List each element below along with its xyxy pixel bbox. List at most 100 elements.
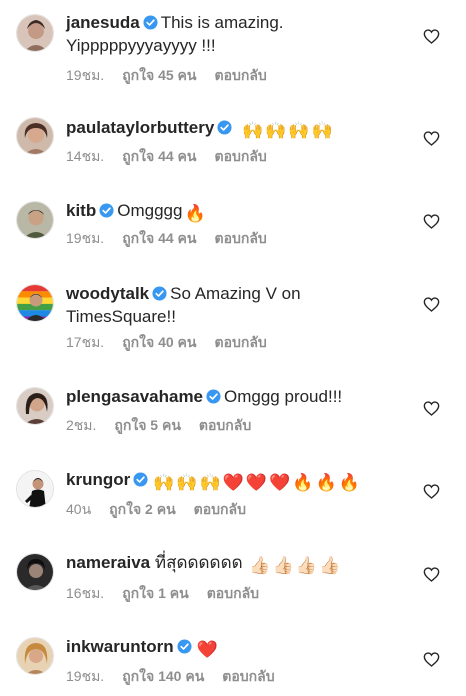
reply-button[interactable]: ตอบกลับ bbox=[214, 334, 266, 350]
avatar-photo bbox=[17, 638, 53, 674]
avatar-photo bbox=[17, 202, 53, 238]
comment-meta: 19ชม. ถูกใจ 45 คน ตอบกลับ bbox=[66, 66, 285, 84]
comment-text: Omgggg bbox=[117, 201, 183, 220]
thumbs-up-icon: 👍🏻 bbox=[295, 556, 317, 575]
verified-badge-icon bbox=[143, 15, 158, 30]
reply-button[interactable]: ตอบกลับ bbox=[214, 148, 266, 164]
reply-button[interactable]: ตอบกลับ bbox=[194, 501, 246, 517]
comment-time: 40น bbox=[66, 501, 92, 517]
thumbs-up-icon: 👍🏻 bbox=[249, 556, 271, 575]
comment-body: inkwaruntorn ❤️ bbox=[66, 635, 414, 661]
comment-time: 14ชม. bbox=[66, 148, 105, 164]
thumbs-up-icon: 👍🏻 bbox=[318, 556, 341, 575]
avatar-photo bbox=[17, 285, 53, 321]
reply-button[interactable]: ตอบกลับ bbox=[222, 668, 274, 684]
comment-time: 2ชม. bbox=[66, 417, 97, 433]
comment-body: krungor 🙌 🙌 🙌 ❤️ ❤️ ❤️ 🔥 🔥 🔥 bbox=[66, 468, 414, 494]
fire-icon: 🔥 bbox=[292, 473, 314, 492]
comment-time: 19ชม. bbox=[66, 230, 105, 246]
avatar[interactable] bbox=[16, 553, 54, 591]
comment-time: 16ชม. bbox=[66, 585, 105, 601]
comment-likes[interactable]: ถูกใจ 5 คน bbox=[114, 417, 181, 433]
like-heart-icon[interactable] bbox=[423, 29, 440, 44]
thumbs-up-icon: 👍🏻 bbox=[272, 556, 294, 575]
comment-body: janesuda This is amazing. bbox=[66, 11, 414, 34]
comment-text: Yipppppyyyayyyy !!! bbox=[66, 36, 216, 55]
like-heart-icon[interactable] bbox=[423, 567, 440, 582]
verified-badge-icon bbox=[217, 120, 232, 135]
raising-hands-icon: 🙌 bbox=[265, 121, 287, 140]
fire-icon: 🔥 bbox=[338, 473, 360, 492]
reply-button[interactable]: ตอบกลับ bbox=[214, 230, 266, 246]
raising-hands-icon: 🙌 bbox=[199, 473, 221, 492]
comment-body-line2: TimesSquare!! bbox=[66, 305, 414, 328]
comment-meta: 19ชม. ถูกใจ 140 คน ตอบกลับ bbox=[66, 667, 293, 685]
avatar[interactable] bbox=[16, 387, 54, 425]
comment-meta: 2ชม. ถูกใจ 5 คน ตอบกลับ bbox=[66, 416, 269, 434]
red-heart-icon: ❤️ bbox=[196, 640, 218, 659]
like-heart-icon[interactable] bbox=[423, 484, 440, 499]
comment-likes[interactable]: ถูกใจ 1 คน bbox=[122, 585, 189, 601]
comment-username[interactable]: janesuda bbox=[66, 13, 140, 32]
comment-username[interactable]: woodytalk bbox=[66, 284, 149, 303]
comment-text: Omggg proud!!! bbox=[224, 387, 343, 406]
comment-body: plengasavahame Omggg proud!!! bbox=[66, 385, 414, 408]
comment-meta: 16ชม. ถูกใจ 1 คน ตอบกลับ bbox=[66, 584, 277, 602]
comment-body-line2: Yipppppyyyayyyy !!! bbox=[66, 34, 414, 57]
comment-likes[interactable]: ถูกใจ 44 คน bbox=[122, 148, 196, 164]
avatar[interactable] bbox=[16, 117, 54, 155]
comment-text: This is amazing. bbox=[160, 13, 284, 32]
comment-username[interactable]: paulataylorbuttery bbox=[66, 118, 214, 137]
raising-hands-icon: 🙌 bbox=[176, 473, 198, 492]
comment-username[interactable]: plengasavahame bbox=[66, 387, 203, 406]
raising-hands-icon: 🙌 bbox=[153, 473, 175, 492]
like-heart-icon[interactable] bbox=[423, 401, 440, 416]
fire-icon: 🔥 bbox=[315, 473, 337, 492]
fire-icon: 🔥 bbox=[184, 204, 206, 223]
like-heart-icon[interactable] bbox=[423, 214, 440, 229]
comment-body: woodytalk So Amazing V on bbox=[66, 282, 414, 305]
comment-likes[interactable]: ถูกใจ 40 คน bbox=[122, 334, 196, 350]
comment-time: 19ชม. bbox=[66, 668, 105, 684]
avatar-photo bbox=[17, 388, 53, 424]
verified-badge-icon bbox=[206, 389, 221, 404]
like-heart-icon[interactable] bbox=[423, 131, 440, 146]
comment-meta: 17ชม. ถูกใจ 40 คน ตอบกลับ bbox=[66, 333, 285, 351]
avatar-photo bbox=[17, 15, 53, 51]
comment-body: kitb Omgggg 🔥 bbox=[66, 199, 414, 225]
verified-badge-icon bbox=[152, 286, 167, 301]
comment-likes[interactable]: ถูกใจ 140 คน bbox=[122, 668, 204, 684]
avatar-photo bbox=[17, 118, 53, 154]
red-heart-icon: ❤️ bbox=[222, 473, 244, 492]
comment-meta: 19ชม. ถูกใจ 44 คน ตอบกลับ bbox=[66, 229, 285, 247]
like-heart-icon[interactable] bbox=[423, 652, 440, 667]
comment-username[interactable]: kitb bbox=[66, 201, 96, 220]
avatar[interactable] bbox=[16, 470, 54, 508]
comment-meta: 40น ถูกใจ 2 คน ตอบกลับ bbox=[66, 500, 264, 518]
comment-likes[interactable]: ถูกใจ 44 คน bbox=[122, 230, 196, 246]
comment-username[interactable]: nameraiva bbox=[66, 553, 150, 572]
verified-badge-icon bbox=[99, 203, 114, 218]
raising-hands-icon: 🙌 bbox=[311, 121, 333, 140]
comment-likes[interactable]: ถูกใจ 2 คน bbox=[109, 501, 176, 517]
comment-body: nameraiva ที่สุดดดดดด 👍🏻 👍🏻 👍🏻 👍🏻 bbox=[66, 551, 414, 577]
avatar[interactable] bbox=[16, 201, 54, 239]
comment-time: 19ชม. bbox=[66, 67, 105, 83]
red-heart-icon: ❤️ bbox=[245, 473, 268, 492]
comment-username[interactable]: krungor bbox=[66, 470, 130, 489]
reply-button[interactable]: ตอบกลับ bbox=[207, 585, 259, 601]
red-heart-icon: ❤️ bbox=[269, 473, 291, 492]
reply-button[interactable]: ตอบกลับ bbox=[199, 417, 251, 433]
avatar-photo bbox=[17, 471, 53, 507]
comment-text: TimesSquare!! bbox=[66, 307, 176, 326]
like-heart-icon[interactable] bbox=[423, 297, 440, 312]
reply-button[interactable]: ตอบกลับ bbox=[214, 67, 266, 83]
avatar[interactable] bbox=[16, 14, 54, 52]
raising-hands-icon: 🙌 bbox=[242, 121, 264, 140]
comment-text: So Amazing V on bbox=[170, 284, 301, 303]
avatar[interactable] bbox=[16, 284, 54, 322]
avatar[interactable] bbox=[16, 637, 54, 675]
comment-username[interactable]: inkwaruntorn bbox=[66, 637, 174, 656]
comment-text: ที่สุดดดดดด bbox=[154, 553, 243, 572]
comment-likes[interactable]: ถูกใจ 45 คน bbox=[122, 67, 196, 83]
